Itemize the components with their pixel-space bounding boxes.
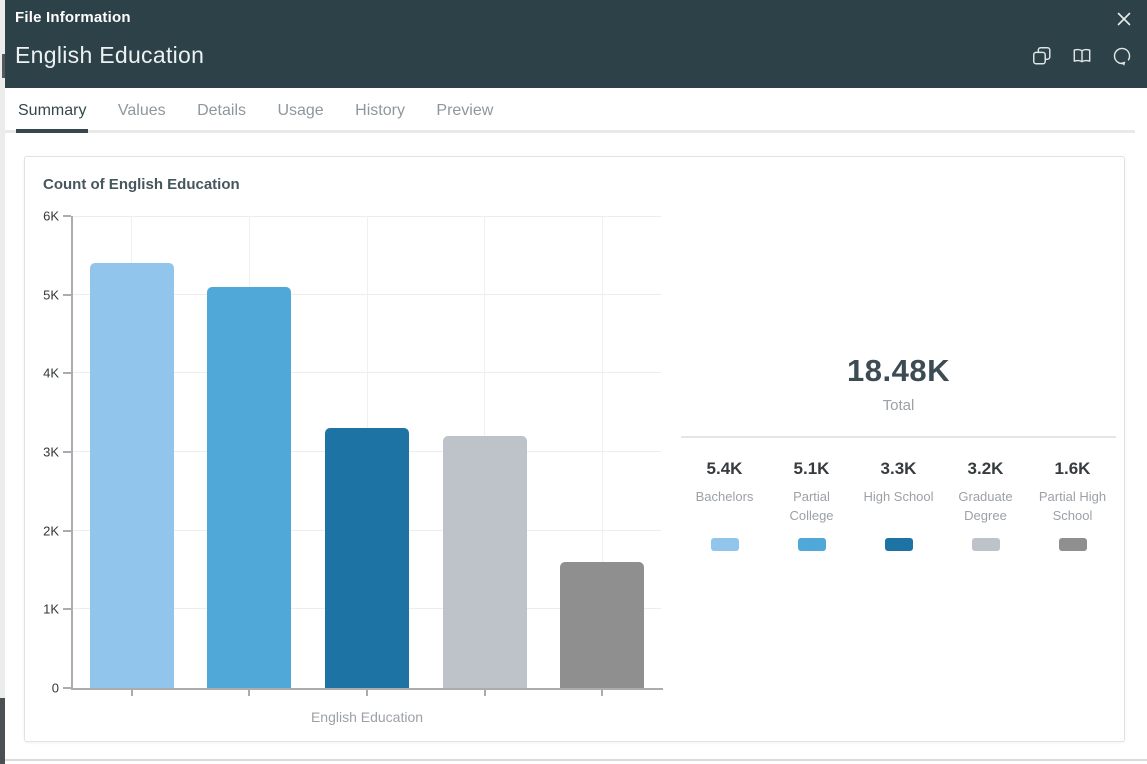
legend-swatch-bachelors <box>711 538 739 551</box>
tab-values-label: Values <box>118 102 166 119</box>
stat-label-partial-college: Partial College <box>771 488 852 534</box>
bar-partial-college[interactable] <box>207 287 291 688</box>
bar-partial-high-school[interactable] <box>560 562 644 688</box>
y-axis-tick-label: 0 <box>19 681 59 696</box>
legend-swatch-graduate-degree <box>972 538 1000 551</box>
y-axis-tick <box>63 608 71 610</box>
stat-partial-high-school: 1.6K Partial High School <box>1029 459 1116 551</box>
y-axis-tick <box>63 530 71 532</box>
tab-values[interactable]: Values <box>116 88 168 130</box>
dialog-bottom-edge <box>0 759 1147 761</box>
refresh-icon[interactable] <box>1111 45 1133 67</box>
y-axis-line <box>71 216 73 690</box>
tab-bar: Summary Values Details Usage History Pre… <box>5 88 1135 133</box>
left-edge-strip <box>0 0 5 764</box>
tab-summary[interactable]: Summary <box>16 88 88 130</box>
stat-label-high-school: High School <box>858 488 939 534</box>
bar-high-school[interactable] <box>325 428 409 688</box>
stat-high-school: 3.3K High School <box>855 459 942 551</box>
dialog-titlebar: File Information English Education <box>5 0 1147 88</box>
y-axis-tick-label: 4K <box>19 366 59 381</box>
y-axis-tick <box>63 687 71 689</box>
open-book-icon[interactable] <box>1071 45 1093 67</box>
stat-value-bachelors: 5.4K <box>684 459 765 479</box>
x-axis-tick <box>131 690 133 696</box>
summary-card: Count of English Education 01K2K3K4K5K6K… <box>24 156 1125 742</box>
active-tab-underline <box>16 129 88 133</box>
chart-title: Count of English Education <box>43 176 240 193</box>
tab-history-label: History <box>355 102 405 119</box>
x-axis-tick <box>601 690 603 696</box>
plot-area: 01K2K3K4K5K6K <box>73 216 661 688</box>
tab-history[interactable]: History <box>353 88 407 130</box>
stat-value-high-school: 3.3K <box>858 459 939 479</box>
legend-swatch-high-school <box>885 538 913 551</box>
y-axis-tick-label: 3K <box>19 445 59 460</box>
y-axis-tick-label: 1K <box>19 602 59 617</box>
total-label: Total <box>681 397 1116 414</box>
page-title: English Education <box>15 42 204 69</box>
stat-bachelors: 5.4K Bachelors <box>681 459 768 551</box>
stat-label-partial-high-school: Partial High School <box>1032 488 1113 534</box>
bar-graduate-degree[interactable] <box>443 436 527 688</box>
stat-value-partial-high-school: 1.6K <box>1032 459 1113 479</box>
stat-graduate-degree: 3.2K Graduate Degree <box>942 459 1029 551</box>
stat-partial-college: 5.1K Partial College <box>768 459 855 551</box>
stat-value-graduate-degree: 3.2K <box>945 459 1026 479</box>
stat-label-bachelors: Bachelors <box>684 488 765 534</box>
tab-summary-label: Summary <box>18 102 86 119</box>
tab-preview[interactable]: Preview <box>434 88 495 130</box>
duplicate-page-icon[interactable] <box>1031 45 1053 67</box>
y-axis-tick <box>63 451 71 453</box>
bar-bachelors[interactable] <box>90 263 174 688</box>
y-axis-tick-label: 6K <box>19 209 59 224</box>
y-axis-tick <box>63 372 71 374</box>
tab-details[interactable]: Details <box>195 88 248 130</box>
summary-panel: 18.48K Total 5.4K Bachelors 5.1K Partial Co… <box>681 157 1116 551</box>
y-axis-tick-label: 5K <box>19 287 59 302</box>
legend-swatch-partial-college <box>798 538 826 551</box>
tab-details-label: Details <box>197 102 246 119</box>
file-information-dialog: File Information English Education <box>5 0 1147 764</box>
stat-value-partial-college: 5.1K <box>771 459 852 479</box>
close-icon[interactable] <box>1115 10 1133 28</box>
tab-usage[interactable]: Usage <box>275 88 325 130</box>
y-axis-tick <box>63 215 71 217</box>
total-value: 18.48K <box>681 353 1116 389</box>
y-axis-tick-label: 2K <box>19 523 59 538</box>
summary-divider <box>681 436 1116 438</box>
x-axis-tick <box>248 690 250 696</box>
y-axis-tick <box>63 294 71 296</box>
stat-label-graduate-degree: Graduate Degree <box>945 488 1026 534</box>
x-axis-label: English Education <box>73 709 661 725</box>
x-axis-line <box>71 688 663 690</box>
x-axis-tick <box>484 690 486 696</box>
stats-row: 5.4K Bachelors 5.1K Partial College 3.3K High… <box>681 459 1116 551</box>
left-strip-footer <box>0 698 5 764</box>
tab-usage-label: Usage <box>277 102 323 119</box>
x-axis-tick <box>366 690 368 696</box>
tab-preview-label: Preview <box>436 102 493 119</box>
header-actions <box>1031 45 1133 67</box>
window-title: File Information <box>15 9 131 26</box>
left-strip-handle <box>2 54 5 78</box>
legend-swatch-partial-high-school <box>1059 538 1087 551</box>
